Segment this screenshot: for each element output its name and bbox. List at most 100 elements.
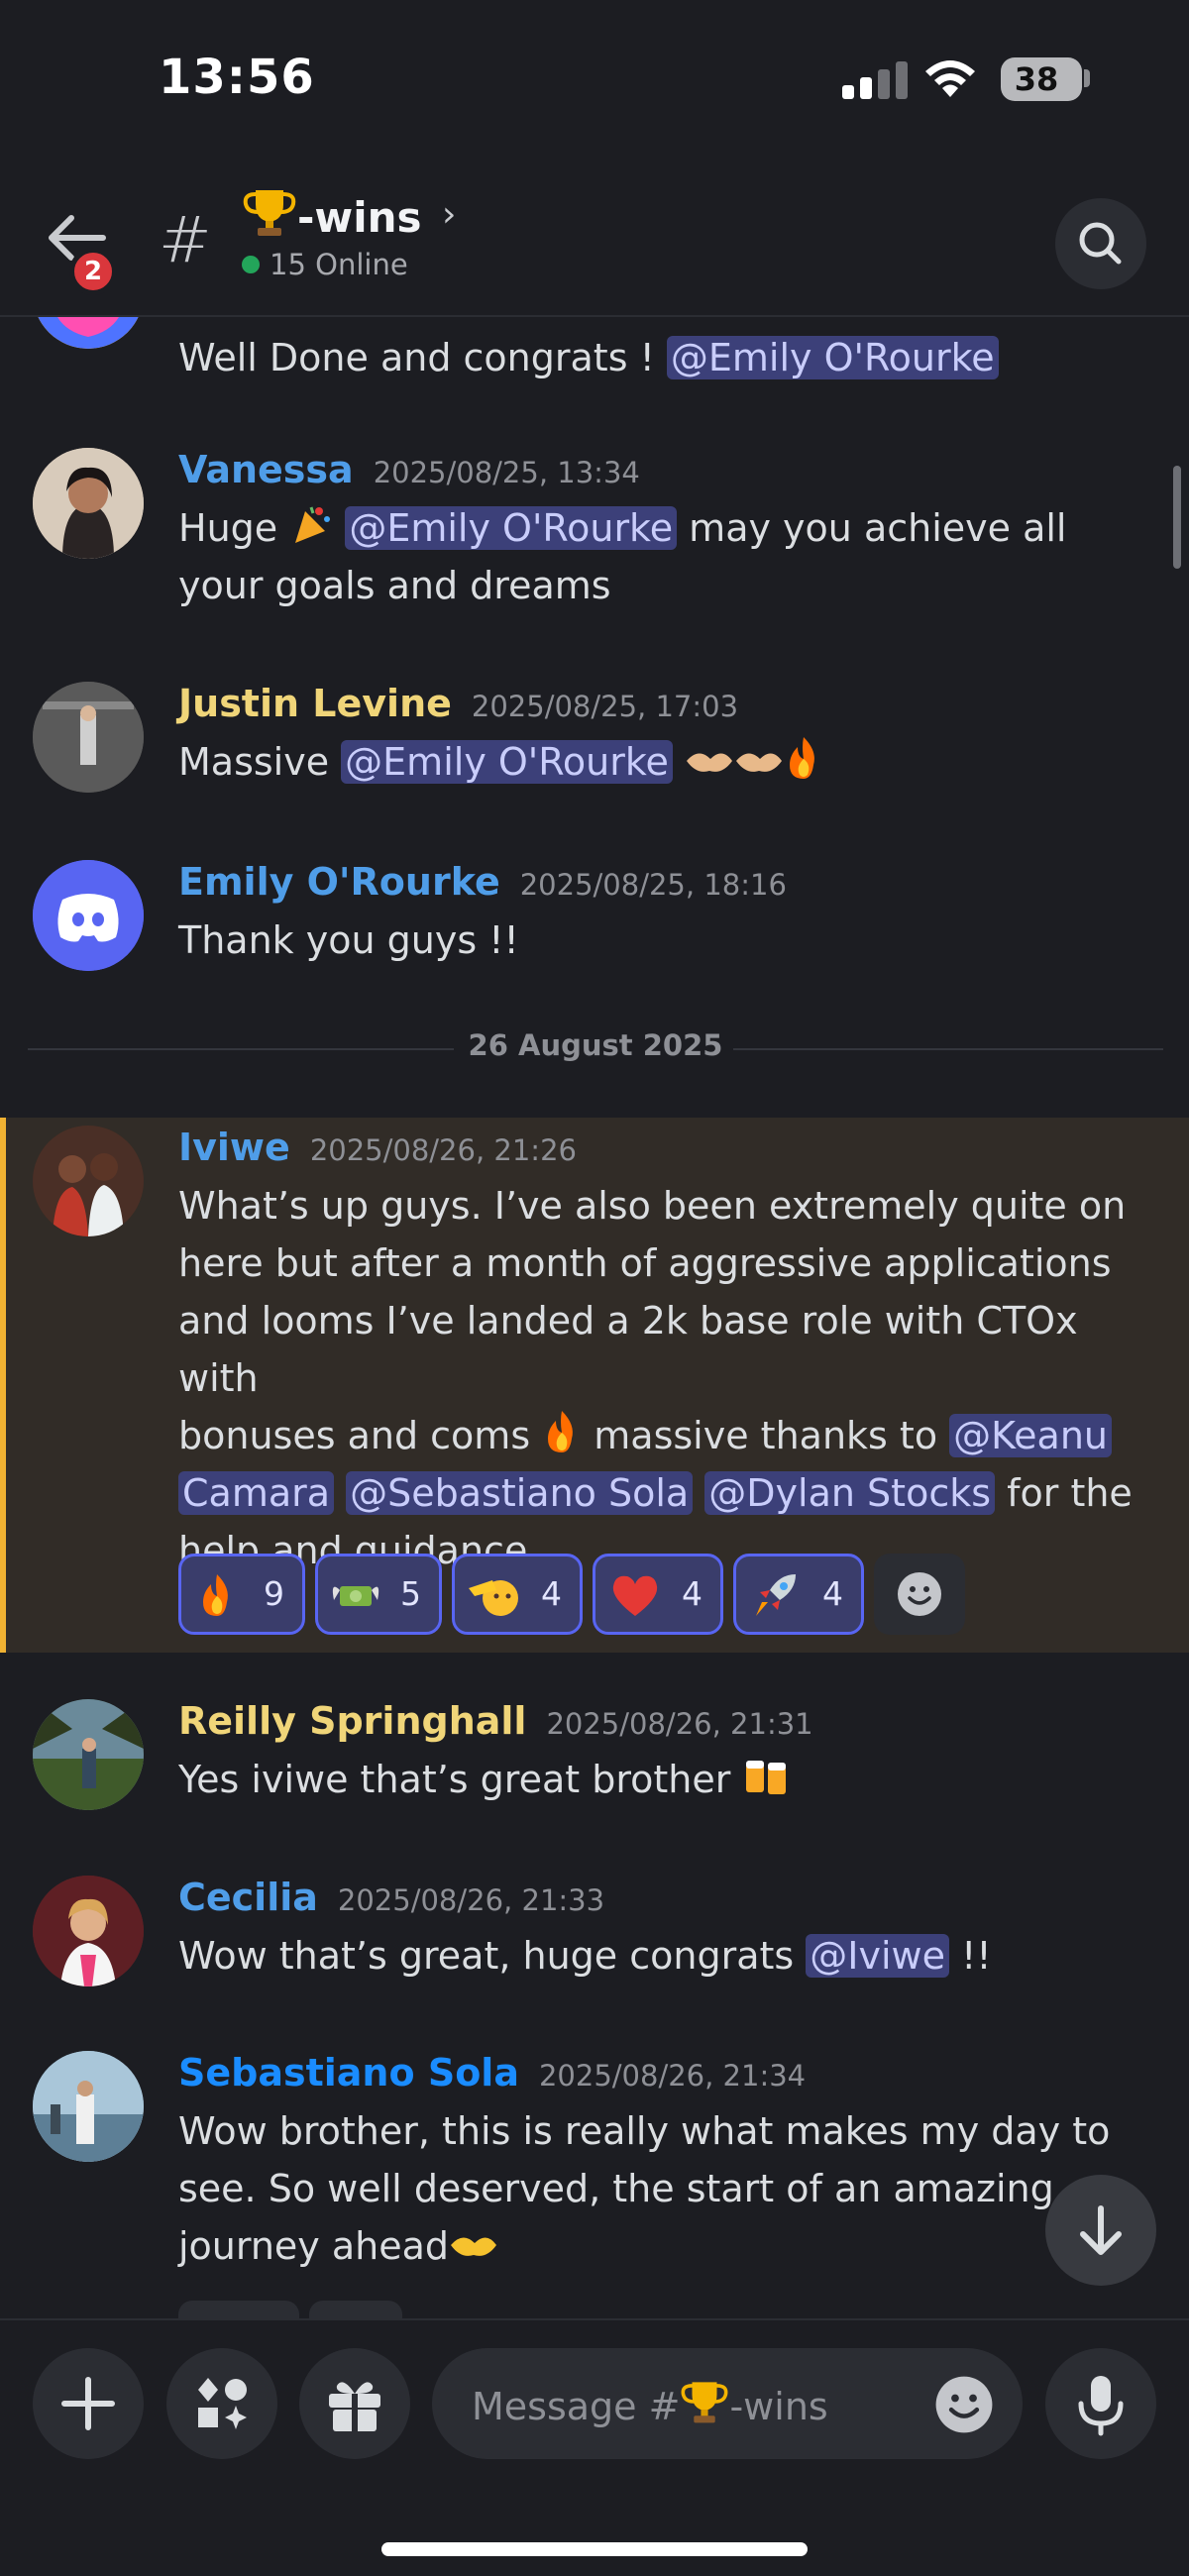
handshake-emoji: [451, 2237, 497, 2256]
reaction-count: 5: [400, 1574, 421, 1613]
plus-icon: [61, 2377, 115, 2430]
message-header: Vanessa 2025/08/25, 13:34: [178, 448, 640, 491]
add-reaction-button[interactable]: [874, 1554, 965, 1635]
hashtag-icon: #: [159, 204, 212, 277]
avatar[interactable]: [33, 317, 144, 349]
timestamp: 2025/08/26, 21:34: [538, 2059, 807, 2093]
smiley-icon: [898, 1572, 941, 1616]
red-heart-emoji: [612, 1575, 658, 1616]
message-input[interactable]: Message # -wins: [432, 2348, 1023, 2459]
beer-mugs-emoji: [746, 1761, 787, 1794]
author-name[interactable]: Emily O'Rourke: [178, 860, 500, 904]
message-text: What’s up guys. I’ve also been extremely…: [178, 1184, 1133, 1572]
message-text: Yes iviwe that’s great brother: [178, 1751, 1159, 1808]
cellular-signal-icon: [842, 59, 908, 99]
status-bar: 13:56 38: [0, 0, 1189, 149]
reaction-salute[interactable]: 4: [452, 1554, 583, 1635]
channel-header: 2 # -wins › 15 Online: [0, 149, 1189, 317]
avatar[interactable]: [33, 1126, 144, 1236]
timestamp: 2025/08/25, 17:03: [471, 690, 739, 723]
handshake-emoji: [736, 753, 783, 772]
fire-emoji: [203, 1574, 228, 1616]
timestamp: 2025/08/25, 18:16: [519, 868, 787, 902]
avatar[interactable]: [33, 1699, 144, 1810]
search-icon: [1079, 222, 1122, 265]
message-text: Huge @Emily O'Rourke may you achieve all…: [178, 499, 1159, 614]
user-mention[interactable]: @Emily O'Rourke: [666, 336, 999, 379]
online-dot-icon: [242, 256, 260, 273]
avatar[interactable]: [33, 860, 144, 971]
wifi-icon: [925, 60, 975, 97]
author-name[interactable]: Iviwe: [178, 1126, 290, 1169]
money-wings-emoji: [332, 1586, 379, 1606]
emoji-picker-icon[interactable]: [933, 2374, 995, 2435]
unread-badge: 2: [69, 248, 117, 295]
message-input-placeholder: Message # -wins: [472, 2378, 828, 2428]
battery-icon: 38: [1001, 57, 1082, 101]
message-header: Emily O'Rourke 2025/08/25, 18:16: [178, 860, 787, 904]
jump-to-bottom-button[interactable]: [1045, 2175, 1156, 2286]
author-name[interactable]: Vanessa: [178, 448, 354, 491]
timestamp: 2025/08/26, 21:26: [309, 1133, 577, 1167]
reaction-rocket[interactable]: 4: [733, 1554, 864, 1635]
reaction-fire[interactable]: 9: [178, 1554, 305, 1635]
message-text: Wow that’s great, huge congrats @Iviwe !…: [178, 1934, 992, 1978]
channel-title[interactable]: -wins: [242, 186, 422, 242]
chevron-right-icon[interactable]: ›: [442, 194, 456, 235]
reaction-count: 9: [264, 1574, 284, 1613]
home-indicator[interactable]: [381, 2542, 808, 2556]
apps-icon: [198, 2378, 247, 2429]
rocket-emoji: [756, 1574, 796, 1616]
message-feed[interactable]: Well Done and congrats ! @Emily O'Rourke…: [0, 317, 1189, 2318]
mention-highlight-bar: [0, 1118, 6, 1653]
user-mention[interactable]: Camara: [178, 1471, 335, 1515]
message-header: Iviwe 2025/08/26, 21:26: [178, 1126, 577, 1169]
arrow-down-icon: [1080, 2205, 1122, 2255]
message-header: Cecilia 2025/08/26, 21:33: [178, 1876, 604, 1919]
reaction-heart[interactable]: 4: [593, 1554, 723, 1635]
timestamp: 2025/08/26, 21:31: [546, 1707, 813, 1741]
author-name[interactable]: Cecilia: [178, 1876, 318, 1919]
date-divider: 26 August 2025: [28, 1028, 1163, 1068]
fire-emoji: [548, 1411, 574, 1452]
reaction-count: 4: [682, 1574, 703, 1613]
user-mention[interactable]: @Emily O'Rourke: [341, 740, 673, 784]
message-header: Sebastiano Sola 2025/08/26, 21:34: [178, 2051, 806, 2094]
reaction-count: 4: [822, 1574, 843, 1613]
author-name[interactable]: Reilly Springhall: [178, 1699, 526, 1743]
trophy-icon: [243, 190, 296, 236]
apps-button[interactable]: [166, 2348, 277, 2459]
avatar[interactable]: [33, 682, 144, 793]
gift-button[interactable]: [299, 2348, 410, 2459]
message-composer: Message # -wins: [0, 2318, 1189, 2576]
microphone-icon: [1078, 2376, 1124, 2436]
voice-message-button[interactable]: [1045, 2348, 1156, 2459]
handshake-emoji: [687, 753, 733, 772]
author-name[interactable]: Justin Levine: [178, 682, 452, 725]
avatar[interactable]: [33, 1876, 144, 1986]
message-text: Wow brother, this is really what makes m…: [178, 2109, 1111, 2268]
battery-level: 38: [1014, 60, 1059, 98]
channel-name: -wins: [297, 193, 422, 242]
reactions-row: 9 5 4 4 4: [178, 1554, 965, 1637]
user-mention[interactable]: @Emily O'Rourke: [345, 506, 678, 550]
user-mention[interactable]: @Iviwe: [806, 1934, 950, 1978]
message-text: Thank you guys !!: [178, 918, 519, 962]
discord-logo-icon: [33, 860, 144, 971]
user-mention[interactable]: @Dylan Stocks: [704, 1471, 996, 1515]
message-header: Justin Levine 2025/08/25, 17:03: [178, 682, 738, 725]
search-button[interactable]: [1055, 198, 1146, 289]
message-text: Massive @Emily O'Rourke: [178, 733, 1159, 791]
reaction-money[interactable]: 5: [315, 1554, 442, 1635]
user-mention[interactable]: @Keanu: [949, 1414, 1113, 1457]
timestamp: 2025/08/25, 13:34: [373, 456, 640, 489]
avatar[interactable]: [33, 2051, 144, 2162]
avatar[interactable]: [33, 448, 144, 559]
user-mention[interactable]: @Sebastiano Sola: [346, 1471, 694, 1515]
scrollbar-thumb[interactable]: [1173, 466, 1181, 569]
trophy-icon: [682, 2382, 728, 2423]
online-count: 15 Online: [242, 248, 408, 281]
salute-emoji: [469, 1580, 518, 1616]
add-attachment-button[interactable]: [33, 2348, 144, 2459]
author-name[interactable]: Sebastiano Sola: [178, 2051, 519, 2094]
